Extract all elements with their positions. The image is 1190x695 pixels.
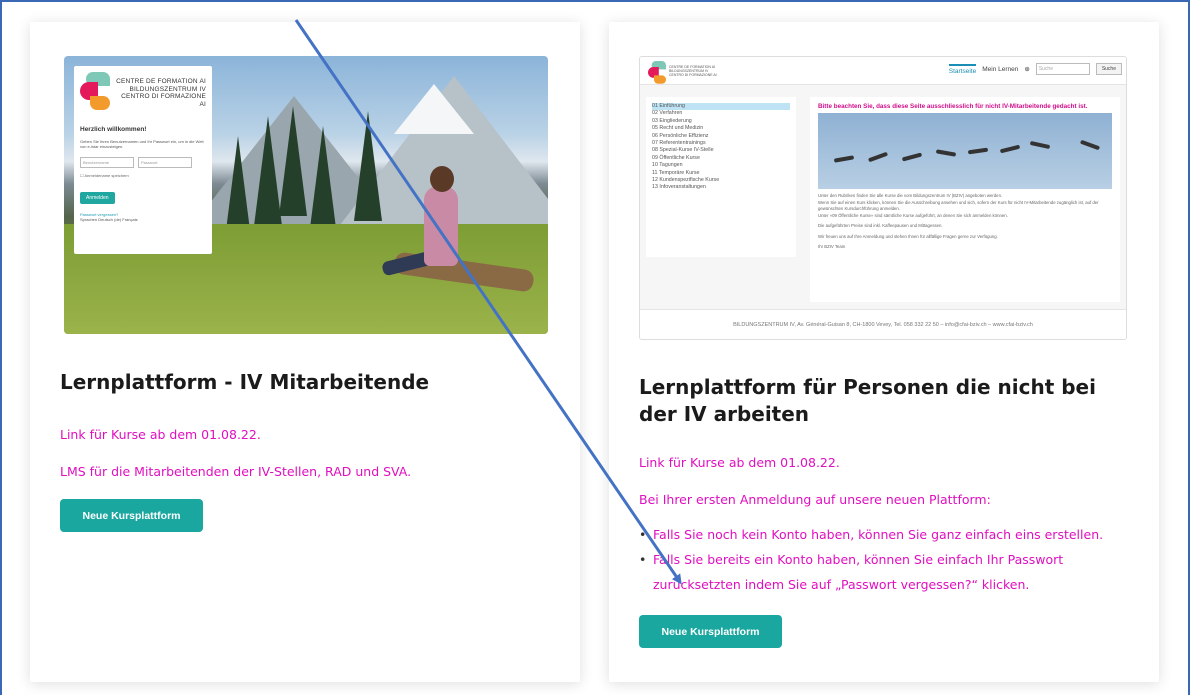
bird-shape xyxy=(1029,140,1051,150)
site-paragraph: Die aufgeführten Preise sind inkl. Kaffe… xyxy=(818,223,943,228)
site-paragraph: Unter den Rubriken finden Sie alle Kurse… xyxy=(818,193,1112,219)
menu-item: 13 Infoveranstaltungen xyxy=(652,184,706,191)
site-main: Bitte beachten Sie, dass diese Seite aus… xyxy=(810,97,1120,302)
person-shape xyxy=(424,186,458,266)
bird-shape xyxy=(1079,139,1101,151)
list-item-text: Falls Sie bereits ein Konto haben, könne… xyxy=(653,552,1064,592)
language-links: Sprachen Deutsch ‎(de)‎ Français xyxy=(80,217,138,222)
lms-description: LMS für die Mitarbeitenden der IV-Stelle… xyxy=(60,464,412,479)
menu-item: 08 Spezial-Kurse IV-Stelle xyxy=(652,147,714,154)
nav-mein-lernen: Mein Lernen xyxy=(982,65,1019,73)
bullet-icon: • xyxy=(639,527,647,542)
globe-icon: ⊕ xyxy=(1024,66,1030,73)
remember-label: Anmeldename speichern xyxy=(84,173,129,178)
menu-item: 07 Referententrainings xyxy=(652,140,706,147)
course-link[interactable]: Link für Kurse ab dem 01.08.22. xyxy=(639,455,840,470)
bird-shape xyxy=(833,155,855,163)
card-nicht-iv: CENTRE DE FORMATION AI BILDUNGSZENTRUM I… xyxy=(609,22,1159,682)
logo-mark-icon xyxy=(648,61,666,84)
site-footer: BILDUNGSZENTRUM IV, Av. Général-Guisan 8… xyxy=(640,309,1126,339)
geese-image xyxy=(818,113,1112,189)
hero-image: CENTRE DE FORMATION AI BILDUNGSZENTRUM I… xyxy=(64,56,548,334)
login-intro: Geben Sie Ihren Benutzernamen und Ihr Pa… xyxy=(80,139,204,149)
card-iv-mitarbeitende: CENTRE DE FORMATION AI BILDUNGSZENTRUM I… xyxy=(30,22,580,682)
logo-mark-icon xyxy=(80,72,110,112)
list-item-text: Falls Sie noch kein Konto haben, können … xyxy=(653,527,1104,542)
bird-shape xyxy=(935,149,957,157)
menu-item: 12 Kundenspezifische Kurse xyxy=(652,177,720,184)
cfai-logo: CENTRE DE FORMATION AI BILDUNGSZENTRUM I… xyxy=(80,72,206,124)
menu-item: 03 Eingliederung xyxy=(652,117,692,124)
login-preview: CENTRE DE FORMATION AI BILDUNGSZENTRUM I… xyxy=(74,66,212,254)
menu-item: 01 Einführung xyxy=(652,103,790,111)
search-input: Suche xyxy=(1035,63,1090,75)
tree-shape xyxy=(279,106,307,216)
remember-checkbox: ☐ Anmeldename speichern xyxy=(80,173,129,178)
search-button: Suche xyxy=(1095,63,1122,75)
neue-kursplattform-button[interactable]: Neue Kursplattform xyxy=(639,615,782,648)
logo-line: CENTRO DI FORMAZIONE AI xyxy=(669,73,717,77)
logo-text: CENTRE DE FORMATION AI BILDUNGSZENTRUM I… xyxy=(669,61,717,85)
tree-shape xyxy=(254,116,282,226)
logo-line: CENTRE DE FORMATION AI xyxy=(116,78,206,85)
menu-item: 10 Tagungen xyxy=(652,162,683,169)
menu-item: 09 Öffentliche Kurse xyxy=(652,154,700,161)
site-paragraph-line: Unter «09 Öffentliche Kurse» sind sämtli… xyxy=(818,212,1008,218)
username-field: Benutzername xyxy=(80,157,134,168)
person-head-shape xyxy=(430,166,454,192)
login-welcome: Herzlich willkommen! xyxy=(80,126,147,133)
login-button: Anmelden xyxy=(80,192,115,204)
menu-item: 02 Verfahren xyxy=(652,110,683,117)
list-item: • Falls Sie bereits ein Konto haben, kön… xyxy=(639,547,1139,597)
list-item: • Falls Sie noch kein Konto haben, könne… xyxy=(639,522,1139,547)
card-title: Lernplattform für Personen die nicht bei… xyxy=(639,375,1096,426)
neue-kursplattform-button[interactable]: Neue Kursplattform xyxy=(60,499,203,532)
first-login-intro: Bei Ihrer ersten Anmeldung auf unsere ne… xyxy=(639,492,991,507)
bird-shape xyxy=(967,147,989,155)
menu-item: 11 Temporäre Kurse xyxy=(652,169,700,176)
password-field: Passwort xyxy=(138,157,192,168)
bird-shape xyxy=(999,144,1021,154)
course-menu: 01 Einführung 02 Verfahren 03 Einglieder… xyxy=(646,97,796,257)
bullet-icon: • xyxy=(639,552,647,567)
logo-line: BILDUNGSZENTRUM IV xyxy=(129,85,206,93)
logo-line: CENTRO DI FORMAZIONE AI xyxy=(121,93,206,108)
site-warning: Bitte beachten Sie, dass diese Seite aus… xyxy=(818,103,1088,110)
login-instructions: • Falls Sie noch kein Konto haben, könne… xyxy=(639,522,1139,597)
nav-startseite: Startseite xyxy=(948,63,977,75)
logo-text: CENTRE DE FORMATION AI BILDUNGSZENTRUM I… xyxy=(114,72,206,108)
site-preview: CENTRE DE FORMATION AI BILDUNGSZENTRUM I… xyxy=(639,56,1127,340)
bird-shape xyxy=(867,151,889,163)
course-link[interactable]: Link für Kurse ab dem 01.08.22. xyxy=(60,427,261,442)
cfai-logo: CENTRE DE FORMATION AI BILDUNGSZENTRUM I… xyxy=(648,61,717,85)
bird-shape xyxy=(901,152,923,162)
site-nav: Startseite Mein Lernen ⊕ Suche Suche xyxy=(948,63,1122,75)
menu-item: 06 Persönliche Effizienz xyxy=(652,132,709,139)
site-paragraph: Wir freuen uns auf Ihre Anmeldung und st… xyxy=(818,233,998,239)
snow-peak-shape xyxy=(394,84,474,134)
menu-item: 05 Recht und Medizin xyxy=(652,125,704,132)
site-paragraph-line: Wenn Sie auf einen Kurs klicken, können … xyxy=(818,199,1099,212)
site-paragraph: Ihr BZIV Team xyxy=(818,244,846,249)
site-header: CENTRE DE FORMATION AI BILDUNGSZENTRUM I… xyxy=(640,57,1126,85)
tree-shape xyxy=(309,126,337,236)
card-title: Lernplattform - IV Mitarbeitende xyxy=(60,370,430,394)
tree-shape xyxy=(354,111,382,221)
